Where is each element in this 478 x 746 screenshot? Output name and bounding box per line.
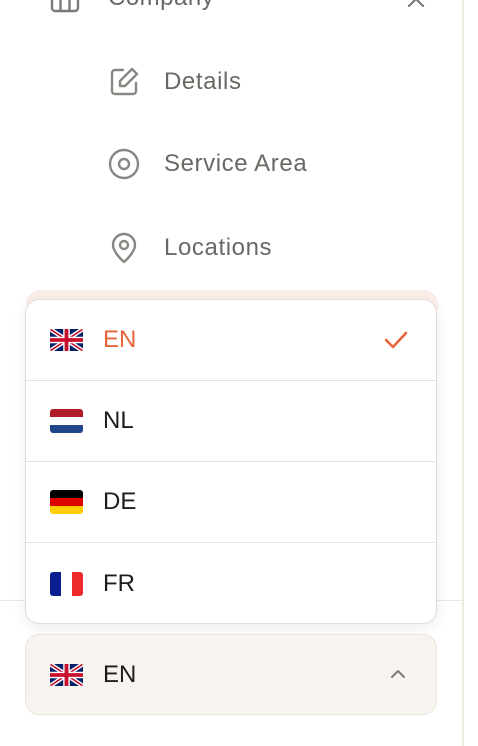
uk-flag-icon	[50, 662, 83, 687]
sidebar-item-label: Service Area	[164, 150, 308, 177]
edit-icon	[106, 64, 142, 100]
checkmark-icon	[382, 326, 410, 354]
sidebar-item-details[interactable]: Details	[106, 60, 426, 104]
sidebar-section-label: Company	[108, 0, 214, 12]
language-option-fr[interactable]: FR	[26, 543, 436, 623]
germany-flag-icon	[50, 490, 83, 514]
language-option-en[interactable]: EN	[26, 300, 436, 381]
language-code: EN	[103, 326, 137, 353]
sidebar-item-locations[interactable]: Locations	[106, 226, 426, 270]
sidebar-item-label: Locations	[164, 234, 273, 261]
chevron-up-icon	[386, 662, 410, 686]
netherlands-flag-icon	[50, 409, 83, 433]
language-selector-button[interactable]: EN	[25, 634, 437, 715]
chevron-up-icon[interactable]	[404, 0, 428, 10]
sidebar-border	[462, 0, 464, 746]
uk-flag-icon	[50, 328, 83, 352]
language-dropdown-menu: EN NL DE FR	[25, 299, 437, 624]
target-icon	[106, 146, 142, 182]
current-language-code: EN	[103, 660, 137, 688]
france-flag-icon	[50, 571, 83, 596]
language-option-de[interactable]: DE	[26, 462, 436, 543]
language-code: NL	[103, 407, 134, 434]
language-code: DE	[103, 488, 137, 515]
map-pin-icon	[106, 230, 142, 266]
language-option-nl[interactable]: NL	[26, 381, 436, 462]
sidebar-item-label: Details	[164, 68, 242, 95]
building-icon	[48, 0, 82, 15]
language-code: FR	[103, 569, 135, 597]
sidebar-item-service-area[interactable]: Service Area	[106, 142, 426, 186]
sidebar-section-company[interactable]: Company	[48, 0, 428, 18]
